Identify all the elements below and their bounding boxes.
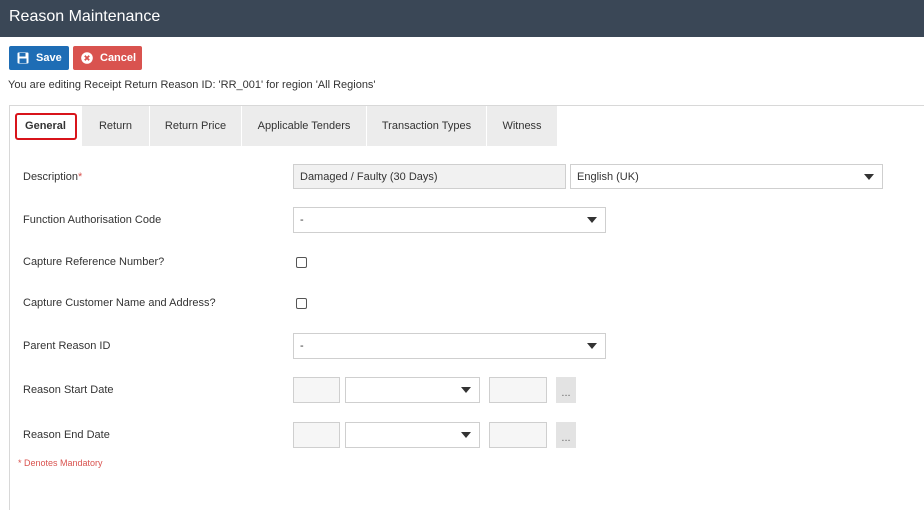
- parent-reason-label: Parent Reason ID: [23, 340, 111, 352]
- tab-label: Return Price: [164, 120, 227, 132]
- tab-return-price[interactable]: Return Price: [150, 106, 242, 146]
- tab-return[interactable]: Return: [82, 106, 150, 146]
- cancel-circle-icon: [81, 52, 93, 64]
- parent-reason-value: -: [300, 340, 304, 352]
- capture-ref-label: Capture Reference Number?: [23, 256, 165, 268]
- save-button[interactable]: Save: [9, 46, 69, 70]
- ellipsis-icon: ...: [561, 387, 571, 399]
- caret-down-icon: [864, 173, 874, 180]
- caret-down-icon: [587, 343, 597, 349]
- capture-customer-checkbox[interactable]: [296, 298, 307, 309]
- tab-witness[interactable]: Witness: [487, 106, 558, 146]
- tab-label: Transaction Types: [381, 120, 472, 132]
- capture-ref-checkbox[interactable]: [296, 257, 307, 268]
- tab-applicable-tenders[interactable]: Applicable Tenders: [242, 106, 367, 146]
- end-date-picker-button[interactable]: ...: [556, 422, 576, 448]
- caret-down-icon: [461, 432, 471, 438]
- required-mark: *: [78, 171, 83, 183]
- tab-general[interactable]: General: [10, 106, 82, 146]
- parent-reason-select[interactable]: -: [293, 333, 606, 359]
- description-value: Damaged / Faulty (30 Days): [300, 170, 438, 183]
- function-auth-select[interactable]: -: [293, 207, 606, 233]
- tab-bar: General Return Return Price Applicable T…: [10, 106, 558, 146]
- capture-customer-label: Capture Customer Name and Address?: [23, 297, 216, 309]
- title-bar: Reason Maintenance: [0, 0, 924, 37]
- function-auth-value: -: [300, 214, 304, 226]
- language-select[interactable]: English (UK): [570, 164, 883, 189]
- start-year-input[interactable]: [489, 377, 547, 403]
- caret-down-icon: [461, 387, 471, 393]
- function-auth-label: Function Authorisation Code: [23, 214, 162, 226]
- description-label-text: Description: [23, 171, 79, 183]
- end-year-input[interactable]: [489, 422, 547, 448]
- caret-down-icon: [587, 217, 597, 223]
- tab-label: Return: [98, 120, 133, 132]
- start-month-select[interactable]: [345, 377, 480, 403]
- save-button-label: Save: [36, 52, 62, 64]
- language-value: English (UK): [577, 170, 639, 183]
- page-title: Reason Maintenance: [9, 8, 161, 25]
- start-day-input[interactable]: [293, 377, 340, 403]
- tab-label: Applicable Tenders: [257, 120, 351, 132]
- ellipsis-icon: ...: [561, 432, 571, 444]
- description-input[interactable]: Damaged / Faulty (30 Days): [293, 164, 566, 189]
- description-label: Description*: [23, 171, 82, 183]
- tab-label: Witness: [502, 120, 542, 132]
- tab-label: General: [14, 112, 77, 140]
- start-date-label: Reason Start Date: [23, 384, 114, 396]
- cancel-button[interactable]: Cancel: [73, 46, 142, 70]
- mandatory-note: * Denotes Mandatory: [18, 458, 103, 468]
- start-date-picker-button[interactable]: ...: [556, 377, 576, 403]
- end-date-label: Reason End Date: [23, 429, 110, 441]
- floppy-disk-icon: [17, 52, 29, 64]
- cancel-button-label: Cancel: [100, 52, 137, 64]
- end-day-input[interactable]: [293, 422, 340, 448]
- editing-message: You are editing Receipt Return Reason ID…: [8, 79, 376, 91]
- tab-transaction-types[interactable]: Transaction Types: [367, 106, 487, 146]
- end-month-select[interactable]: [345, 422, 480, 448]
